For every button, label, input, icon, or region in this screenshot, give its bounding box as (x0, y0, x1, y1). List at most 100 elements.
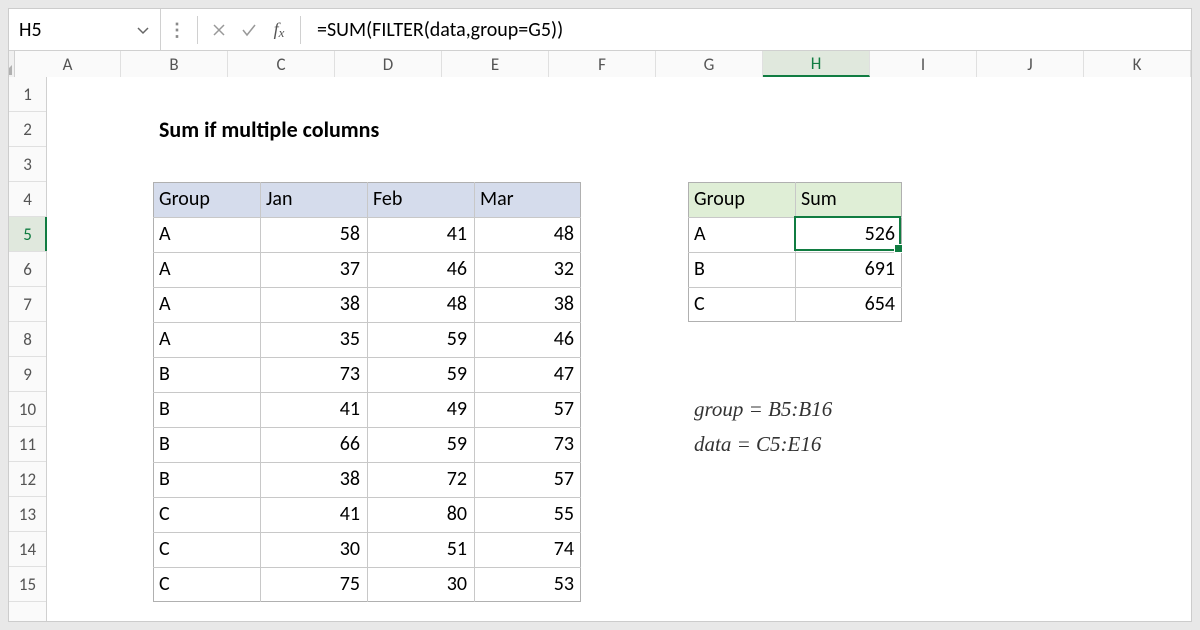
chevron-down-icon[interactable] (136, 18, 150, 42)
table1-value[interactable]: 41 (260, 497, 366, 531)
table2-header[interactable]: Group (688, 182, 794, 216)
row-header[interactable]: 13 (9, 497, 46, 532)
table1-value[interactable]: 37 (260, 252, 366, 286)
table1-value[interactable]: 49 (367, 392, 473, 426)
table1-value[interactable]: 55 (474, 497, 580, 531)
table1-group[interactable]: B (153, 357, 259, 391)
row-header[interactable]: 8 (9, 322, 46, 357)
table1-group[interactable]: A (153, 322, 259, 356)
formula-bar: H5 ⋮ fx =SUM(FILTER(data,group=G5)) (9, 9, 1191, 51)
table1-group[interactable]: C (153, 567, 259, 601)
table1-group[interactable]: A (153, 252, 259, 286)
column-header[interactable]: K (1084, 51, 1191, 77)
cells[interactable]: Sum if multiple columnsGroupJanFebMarA58… (47, 77, 1191, 621)
table1-value[interactable]: 58 (260, 217, 366, 251)
table1-value[interactable]: 30 (367, 567, 473, 601)
table1-header[interactable]: Feb (367, 182, 473, 216)
table1-value[interactable]: 46 (474, 322, 580, 356)
table1-value[interactable]: 32 (474, 252, 580, 286)
table1-group[interactable]: B (153, 462, 259, 496)
table1-group[interactable]: B (153, 427, 259, 461)
table1-header[interactable]: Group (153, 182, 259, 216)
table1-value[interactable]: 80 (367, 497, 473, 531)
fx-icon[interactable]: fx (264, 9, 294, 51)
column-header[interactable]: H (763, 51, 870, 77)
table2-sum[interactable]: 654 (795, 287, 901, 321)
row-header[interactable]: 15 (9, 567, 46, 602)
table2-group[interactable]: C (688, 287, 794, 321)
column-header[interactable]: B (121, 51, 228, 77)
table1-value[interactable]: 53 (474, 567, 580, 601)
table1-group[interactable]: A (153, 217, 259, 251)
row-header[interactable]: 14 (9, 532, 46, 567)
table1-value[interactable]: 38 (474, 287, 580, 321)
table1-value[interactable]: 66 (260, 427, 366, 461)
row-header[interactable]: 12 (9, 462, 46, 497)
column-header[interactable]: I (870, 51, 977, 77)
table1-value[interactable]: 38 (260, 462, 366, 496)
name-box[interactable]: H5 (9, 9, 161, 51)
row-header[interactable]: 2 (9, 112, 46, 147)
table1-value[interactable]: 35 (260, 322, 366, 356)
cancel-icon[interactable] (204, 9, 234, 51)
table2-group[interactable]: B (688, 252, 794, 286)
table1-header[interactable]: Mar (474, 182, 580, 216)
grid-area: 123456789101112131415 Sum if multiple co… (9, 77, 1191, 621)
row-header[interactable]: 3 (9, 147, 46, 182)
enter-icon[interactable] (234, 9, 264, 51)
table1-group[interactable]: B (153, 392, 259, 426)
table1-value[interactable]: 59 (367, 357, 473, 391)
page-title[interactable]: Sum if multiple columns (153, 112, 259, 146)
column-header[interactable]: A (15, 51, 121, 77)
column-headers: ABCDEFGHIJK (9, 51, 1191, 77)
row-header[interactable]: 9 (9, 357, 46, 392)
table1-value[interactable]: 30 (260, 532, 366, 566)
column-header[interactable]: J (977, 51, 1084, 77)
table1-value[interactable]: 72 (367, 462, 473, 496)
table1-group[interactable]: C (153, 497, 259, 531)
column-header[interactable]: G (656, 51, 763, 77)
table2-sum[interactable]: 526 (795, 217, 901, 251)
row-header[interactable]: 5 (9, 217, 46, 252)
table1-group[interactable]: A (153, 287, 259, 321)
table1-value[interactable]: 59 (367, 322, 473, 356)
more-icon[interactable]: ⋮ (161, 9, 191, 51)
select-all-corner[interactable] (9, 51, 15, 77)
table1-value[interactable]: 75 (260, 567, 366, 601)
row-header[interactable]: 6 (9, 252, 46, 287)
table1-value[interactable]: 51 (367, 532, 473, 566)
table1-value[interactable]: 46 (367, 252, 473, 286)
row-header[interactable]: 7 (9, 287, 46, 322)
separator (300, 16, 301, 44)
table1-header[interactable]: Jan (260, 182, 366, 216)
table2-sum[interactable]: 691 (795, 252, 901, 286)
named-range-note: group = B5:B16 (688, 392, 1009, 427)
row-header[interactable]: 1 (9, 77, 46, 112)
named-range-note: data = C5:E16 (688, 427, 1009, 462)
table1-value[interactable]: 73 (260, 357, 366, 391)
table1-group[interactable]: C (153, 532, 259, 566)
row-header[interactable]: 4 (9, 182, 46, 217)
table1-value[interactable]: 41 (260, 392, 366, 426)
table1-value[interactable]: 38 (260, 287, 366, 321)
row-header[interactable]: 10 (9, 392, 46, 427)
formula-input[interactable]: =SUM(FILTER(data,group=G5)) (307, 18, 1191, 42)
table1-value[interactable]: 73 (474, 427, 580, 461)
table1-value[interactable]: 74 (474, 532, 580, 566)
row-headers: 123456789101112131415 (9, 77, 47, 621)
row-header[interactable]: 11 (9, 427, 46, 462)
column-header[interactable]: F (549, 51, 656, 77)
column-header[interactable]: E (442, 51, 549, 77)
table1-value[interactable]: 57 (474, 462, 580, 496)
column-header[interactable]: C (228, 51, 335, 77)
table1-value[interactable]: 57 (474, 392, 580, 426)
table1-value[interactable]: 41 (367, 217, 473, 251)
table1-value[interactable]: 48 (474, 217, 580, 251)
table2-header[interactable]: Sum (795, 182, 901, 216)
column-header[interactable]: D (335, 51, 442, 77)
table1-value[interactable]: 47 (474, 357, 580, 391)
table1-value[interactable]: 48 (367, 287, 473, 321)
table2-group[interactable]: A (688, 217, 794, 251)
table1-value[interactable]: 59 (367, 427, 473, 461)
name-box-value: H5 (19, 18, 42, 42)
